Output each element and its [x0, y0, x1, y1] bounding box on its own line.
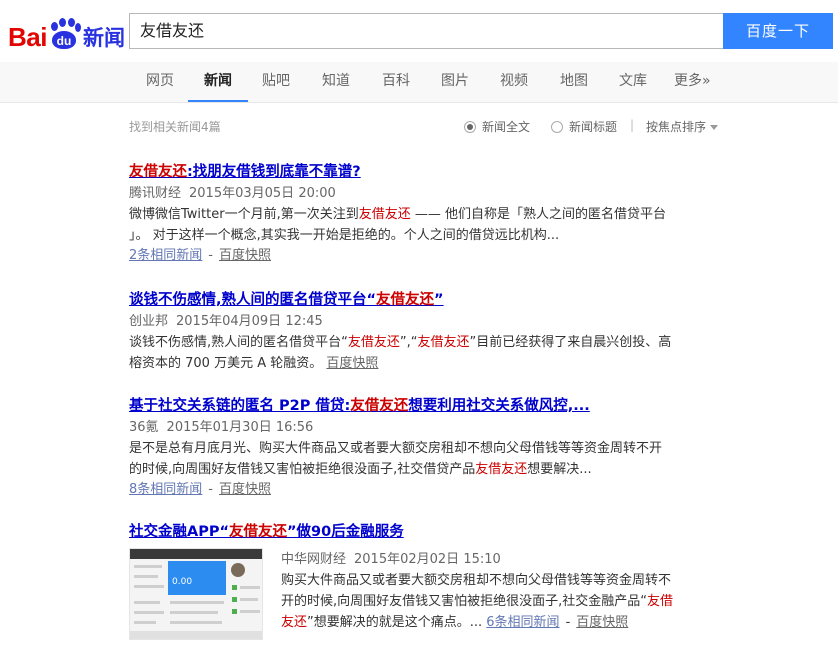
- title-text: :找朋友借钱到底靠不靠谱?: [187, 164, 361, 180]
- results-toolbar: 找到相关新闻4篇 新闻全文 新闻标题 | 按焦点排序: [0, 112, 838, 138]
- tab-zhidao[interactable]: 知道: [322, 62, 350, 102]
- result-source: 36氪: [129, 420, 159, 435]
- snapshot-link[interactable]: 百度快照: [219, 482, 271, 497]
- result-title-link[interactable]: 友借友还:找朋友借钱到底靠不靠谱?: [129, 162, 719, 182]
- result-abstract: 微博微信Twitter一个月前,第一次关注到友借友还 —— 他们自称是「熟人之间…: [129, 207, 666, 243]
- option-title[interactable]: 新闻标题: [551, 118, 617, 135]
- news-result: 谈钱不伤感情,熟人间的匿名借贷平台“友借友还” 创业邦 2015年04月09日 1…: [129, 290, 719, 374]
- thumb-balance-value: 0.00: [168, 561, 226, 595]
- news-result-title-row: 社交金融APP“友借友还”做90后金融服务: [129, 522, 719, 542]
- tab-web[interactable]: 网页: [146, 62, 174, 102]
- tab-video[interactable]: 视频: [500, 62, 528, 102]
- option-fulltext-label: 新闻全文: [482, 120, 531, 134]
- result-abstract: 是不是总有月底月光、购买大件商品又或者要大额交房租却不想向父母借钱等等资金周转不…: [129, 441, 663, 477]
- radio-checked-icon[interactable]: [464, 120, 476, 133]
- news-result: 基于社交关系链的匿名 P2P 借贷:友借友还想要利用社交关系做风控,... 36…: [129, 396, 719, 500]
- tab-baike[interactable]: 百科: [382, 62, 410, 102]
- news-result: 中华网财经 2015年02月02日 15:10 购买大件商品又或者要大额交房租却不…: [281, 550, 721, 633]
- toolbar-separator: |: [630, 118, 635, 132]
- option-fulltext[interactable]: 新闻全文: [464, 118, 530, 135]
- header: Bai du 新闻 友借友还 百度一下: [0, 0, 838, 62]
- tab-tieba[interactable]: 贴吧: [262, 62, 290, 102]
- news-result: 友借友还:找朋友借钱到底靠不靠谱? 腾讯财经 2015年03月05日 20:00 …: [129, 162, 719, 266]
- result-meta: 36氪 2015年01月30日 16:56: [129, 418, 719, 438]
- result-title-link[interactable]: 谈钱不伤感情,熟人间的匿名借贷平台“友借友还”: [129, 290, 719, 310]
- result-time: 2015年01月30日 16:56: [166, 420, 314, 435]
- category-nav: 网页 新闻 贴吧 知道 百科 图片 视频 地图 文库 更多»: [0, 62, 838, 103]
- result-source: 中华网财经: [281, 552, 347, 567]
- search-input[interactable]: 友借友还: [129, 13, 723, 49]
- related-news-link[interactable]: 2条相同新闻: [129, 248, 202, 263]
- result-time: 2015年03月05日 20:00: [189, 186, 336, 201]
- result-abstract: 谈钱不伤感情,熟人间的匿名借贷平台“友借友还”,“友借友还”目前已经获得了来自晨…: [129, 335, 672, 371]
- result-title-link[interactable]: 基于社交关系链的匿名 P2P 借贷:友借友还想要利用社交关系做风控,...: [129, 396, 719, 416]
- search-button[interactable]: 百度一下: [723, 13, 833, 49]
- result-meta: 创业邦 2015年04月09日 12:45: [129, 312, 719, 332]
- result-abstract: 购买大件商品又或者要大额交房租却不想向父母借钱等等资金周转不 开的时候,向周围好…: [281, 573, 674, 630]
- paw-icon: du: [48, 18, 81, 52]
- tab-wenku[interactable]: 文库: [619, 62, 647, 102]
- logo-text-bai: Bai: [8, 22, 47, 52]
- result-links: 2条相同新闻 - 百度快照: [129, 248, 271, 263]
- result-thumbnail[interactable]: 0.00: [129, 548, 263, 640]
- tab-map[interactable]: 地图: [560, 62, 588, 102]
- result-source: 腾讯财经: [129, 186, 182, 201]
- sort-dropdown[interactable]: 按焦点排序: [646, 118, 719, 135]
- option-title-label: 新闻标题: [569, 120, 618, 134]
- logo-text-du: du: [51, 31, 76, 49]
- logo-text-news: 新闻: [82, 26, 125, 50]
- baidu-news-logo[interactable]: Bai du 新闻: [8, 10, 125, 52]
- related-news-link[interactable]: 6条相同新闻: [486, 615, 559, 630]
- tab-images[interactable]: 图片: [441, 62, 469, 102]
- title-highlight: 友借友还: [129, 164, 187, 180]
- sort-label: 按焦点排序: [646, 120, 707, 134]
- result-links: 8条相同新闻 - 百度快照: [129, 482, 271, 497]
- thumb-avatar-icon: [231, 563, 245, 577]
- result-count: 找到相关新闻4篇: [129, 120, 221, 134]
- related-news-link[interactable]: 8条相同新闻: [129, 482, 202, 497]
- result-source: 创业邦: [129, 314, 169, 329]
- tab-more[interactable]: 更多»: [674, 62, 711, 102]
- snapshot-link[interactable]: 百度快照: [576, 615, 628, 630]
- radio-unchecked-icon[interactable]: [551, 120, 563, 133]
- snapshot-link[interactable]: 百度快照: [326, 356, 378, 371]
- result-meta: 腾讯财经 2015年03月05日 20:00: [129, 184, 719, 204]
- result-title-link[interactable]: 社交金融APP“友借友还”做90后金融服务: [129, 522, 719, 542]
- caret-down-icon: [710, 125, 719, 130]
- snapshot-link[interactable]: 百度快照: [219, 248, 271, 263]
- result-meta: 中华网财经 2015年02月02日 15:10: [281, 550, 721, 570]
- tab-news[interactable]: 新闻: [188, 62, 248, 102]
- result-time: 2015年02月02日 15:10: [354, 552, 501, 567]
- result-time: 2015年04月09日 12:45: [176, 314, 323, 329]
